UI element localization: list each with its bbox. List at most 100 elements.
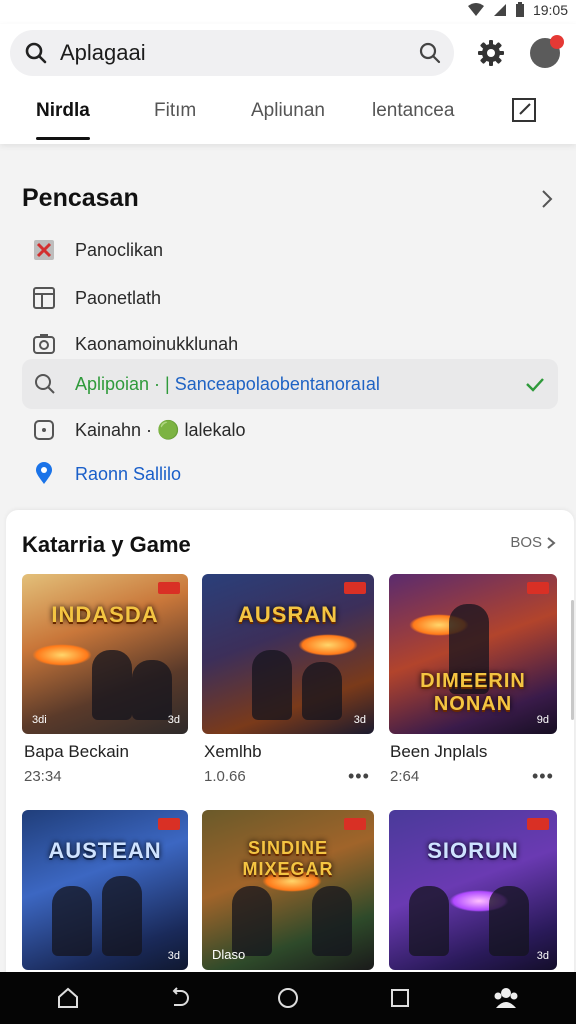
game-name[interactable]: Bapa Beckain [24,742,129,762]
art-figure [92,650,132,720]
art-figure [232,886,272,956]
notification-badge [550,35,564,49]
nav-bar [0,972,576,1024]
tab-nirdla[interactable]: Nirdla [36,100,90,140]
list-item[interactable]: Panoclikan [0,228,576,272]
art-glow [298,634,358,656]
game-name[interactable]: Been Jnplals [390,742,487,762]
search-icon[interactable] [24,41,48,65]
game-tile[interactable]: INDASDA 3di 3d [22,574,188,734]
list-item-label: Kainahn · 🟢 lalekalo [75,419,246,440]
game-meta: 23:34 [24,768,62,785]
game-tile[interactable]: SIORUN 3d [389,810,557,970]
game-meta: 2:64 [390,768,420,785]
status-bar: 19:05 [0,0,576,24]
chevron-right-icon [547,536,556,549]
wifi-icon [467,3,484,16]
circle-home-icon [278,988,298,1008]
see-more-label: BOS [510,534,542,551]
section-title: Katarria y Game [22,532,191,557]
list-item[interactable]: Kainahn · 🟢 lalekalo [0,408,576,452]
game-art-title: INDASDA [51,602,159,627]
list-item[interactable]: Paonetlath [0,276,576,320]
home-icon [58,987,78,1008]
tab-indicator [36,137,90,140]
list-item-label-primary: Aplipoian · | [75,373,170,394]
list-item-label: Paonetlath [75,287,162,308]
section-title: Pencasan [22,184,139,212]
game-tile[interactable]: SINDINE MIXEGAR Dlaso [202,810,374,970]
people-button[interactable] [492,984,520,1012]
profile-button[interactable] [528,35,564,70]
art-figure [302,662,342,720]
game-tile[interactable]: AUSTEAN 3d [22,810,188,970]
art-figure [489,886,529,956]
game-name[interactable]: Xemlhb [204,742,262,762]
tile-corner-label: 3d [536,950,549,962]
tab-lentancea[interactable]: lentancea [372,100,454,136]
camera-search-icon [30,330,58,358]
x-square-icon [30,236,58,264]
more-options-icon[interactable]: ••• [348,766,370,787]
tile-corner-label: Dlaso [212,947,246,962]
battery-icon [515,2,524,17]
edit-icon[interactable] [510,96,538,124]
search-value[interactable]: Aplagaai [60,40,146,66]
back-icon [172,987,189,1006]
tab-label: lentancea [372,100,455,121]
gear-icon [478,40,504,66]
recents-button[interactable] [386,984,414,1012]
new-badge [344,582,366,594]
list-item[interactable]: Raonn Sallilo [0,452,576,496]
list-item-label: Raonn Sallilo [75,463,182,484]
new-badge [158,818,180,830]
art-figure [312,886,352,956]
art-figure [102,876,142,956]
check-icon [526,378,544,392]
art-figure [409,886,449,956]
people-icon [494,988,518,1008]
signal-icon [493,4,506,16]
tab-fitim[interactable]: Fitım [154,100,196,136]
game-meta: 1.0.66 [204,768,246,785]
list-item-label-secondary: Sanceapolaobentanoraıal [174,373,380,394]
square-icon [30,416,58,444]
art-figure [252,650,292,720]
back-button[interactable] [164,984,192,1012]
chevron-right-icon[interactable] [538,188,556,210]
new-badge [527,818,549,830]
game-art-title: DIMEERIN NONAN [420,670,526,715]
new-badge [158,582,180,594]
list-item-label: Panoclikan [75,239,164,260]
art-glow [32,644,92,666]
art-figure [52,886,92,956]
search-input[interactable]: Aplagaai [10,30,454,76]
avatar[interactable] [530,35,564,68]
game-tile[interactable]: DIMEERIN NONAN 9d [389,574,557,734]
list-item-selected[interactable]: Aplipoian · | Sanceapolaobentanoraıal [22,359,558,409]
more-options-icon[interactable]: ••• [532,766,554,787]
scrollbar[interactable] [571,600,574,720]
tab-apliunan[interactable]: Apliunan [251,100,325,136]
layout-icon [30,284,58,312]
top-area: Aplagaai Nirdla Fitım Apliunan lentancea [0,24,576,144]
tab-label: Apliunan [251,100,325,121]
game-tile[interactable]: AUSRAN 3d [202,574,374,734]
tab-label: Nirdla [36,100,90,121]
new-badge [527,582,549,594]
game-art-title: AUSRAN [237,602,339,627]
new-badge [344,818,366,830]
circle-home-button[interactable] [274,984,302,1012]
list-item-label: Aplipoian · | Sanceapolaobentanoraıal [75,374,380,395]
search-icon[interactable] [418,41,442,65]
tile-corner-label: 9d [536,714,549,726]
search-icon [31,370,59,398]
game-art-title: AUSTEAN [48,838,162,863]
home-button[interactable] [54,984,82,1012]
settings-button[interactable] [474,36,508,70]
art-figure [132,660,172,720]
tile-corner-label: 3d [167,714,180,726]
see-more-link[interactable]: BOS [510,534,556,551]
tile-corner-label: 3d [353,714,366,726]
location-pin-icon [30,460,58,488]
